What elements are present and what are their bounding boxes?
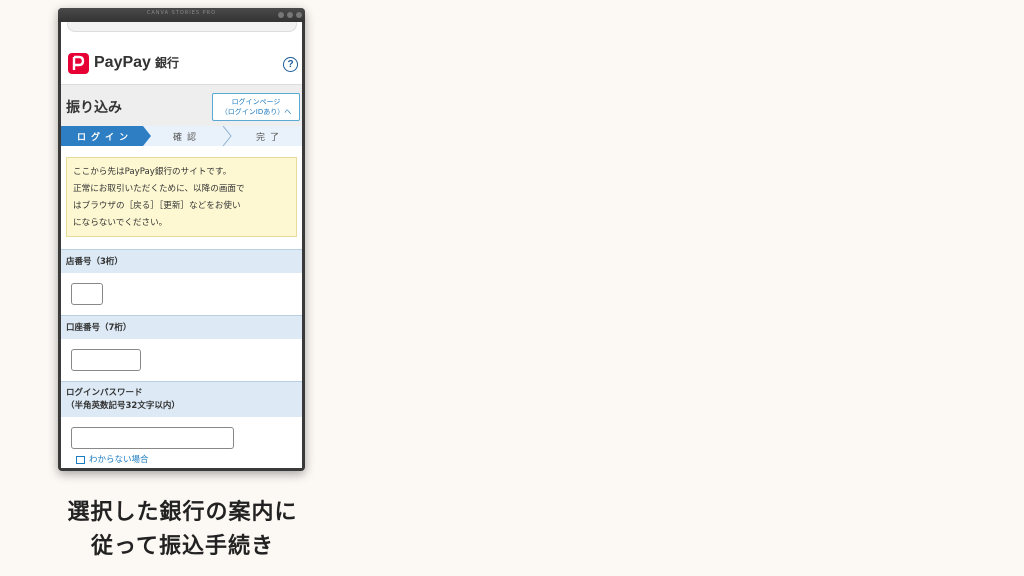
login-link-line1: ログインページ — [231, 98, 281, 106]
step-login: ログイン — [77, 133, 134, 143]
caption-line2: 従って振込手続き — [91, 534, 274, 559]
notice-line: ここから先はPayPay銀行のサイトです。 — [73, 167, 232, 177]
password-label-line1: ログインパスワード — [66, 388, 143, 398]
caption-line1: 選択した銀行の案内に — [67, 500, 298, 525]
window-title: CANVA STORIES PRO — [146, 10, 217, 16]
window-titlebar: CANVA STORIES PRO — [58, 8, 305, 22]
account-number-label: 口座番号（7桁） — [61, 315, 302, 339]
window-link-icon — [76, 455, 85, 464]
progress-steps: ログイン 確認 完了 — [61, 126, 302, 146]
forgot-password-link[interactable]: わからない場合 — [76, 453, 149, 465]
brand-name: PayPay — [94, 54, 151, 71]
notice-box: ここから先はPayPay銀行のサイトです。 正常にお取引いただくために、以降の画… — [66, 157, 297, 237]
forgot-link-text: わからない場合 — [89, 455, 149, 465]
help-icon[interactable]: ? — [283, 57, 298, 72]
brand-logo[interactable]: PayPay 銀行 — [94, 54, 179, 72]
password-label-line2: （半角英数記号32文字以内） — [66, 401, 180, 411]
phone-screen: PayPay 銀行 ? 振り込み ログインページ （ログインIDあり）へ ログイン… — [61, 22, 302, 468]
app-window: CANVA STORIES PRO PayPay 銀行 ? 振り込み ログインペー… — [58, 8, 305, 471]
account-number-input[interactable] — [71, 349, 141, 371]
branch-number-input[interactable] — [71, 283, 103, 305]
close-button[interactable] — [296, 12, 302, 18]
site-header: PayPay 銀行 ? — [61, 44, 302, 84]
address-bar[interactable] — [67, 22, 297, 32]
notice-line: にならないでください。 — [73, 218, 168, 228]
page-title: 振り込み — [66, 100, 122, 116]
branch-number-label: 店番号（3桁） — [61, 249, 302, 273]
password-label: ログインパスワード （半角英数記号32文字以内） — [61, 381, 302, 417]
step-confirm: 確認 — [173, 133, 202, 143]
step-complete: 完了 — [256, 133, 285, 143]
password-input[interactable] — [71, 427, 234, 449]
notice-line: 正常にお取引いただくために、以降の画面で — [73, 184, 245, 194]
minimize-button[interactable] — [278, 12, 284, 18]
login-page-button[interactable]: ログインページ （ログインIDあり）へ — [212, 93, 300, 121]
maximize-button[interactable] — [287, 12, 293, 18]
login-link-line2: （ログインIDあり）へ — [220, 108, 292, 116]
page-header: 振り込み ログインページ （ログインIDあり）へ — [61, 84, 302, 127]
brand-bank-suffix: 銀行 — [154, 56, 179, 70]
notice-line: はブラウザの［戻る］［更新］などをお使い — [73, 201, 241, 211]
paypay-logo-icon — [68, 53, 89, 74]
